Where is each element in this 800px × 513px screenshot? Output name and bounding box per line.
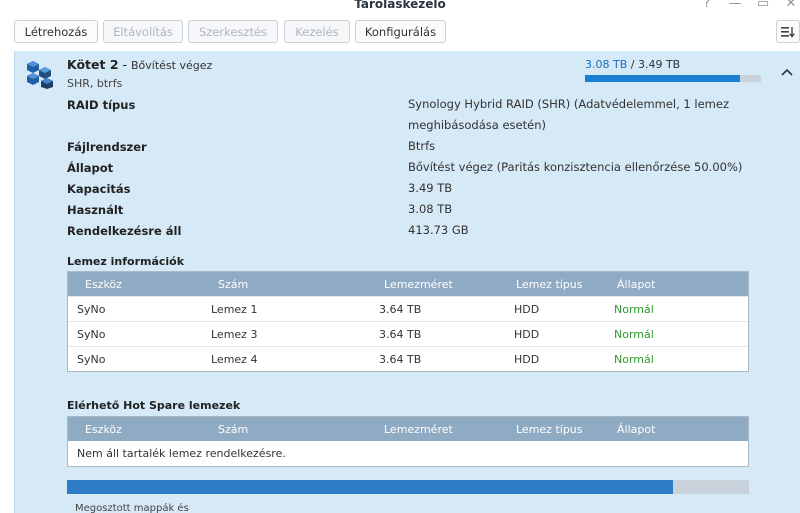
property-value: 3.08 TB [408, 202, 453, 216]
property-value: Synology Hybrid RAID (SHR) (Adatvédelemm… [408, 97, 729, 132]
empty-message: Nem áll tartalék lemez rendelkezésre. [77, 447, 286, 460]
property-row: Kapacitás 3.49 TB [67, 179, 787, 200]
cell-device: SyNo [77, 353, 106, 366]
cell-device: SyNo [77, 303, 106, 316]
cell-type: HDD [514, 303, 540, 316]
volume-properties: RAID típus Synology Hybrid RAID (SHR) (A… [67, 95, 787, 242]
disk-info-heading: Lemez információk [67, 255, 185, 268]
edit-button[interactable]: Szerkesztés [188, 20, 278, 43]
property-row: Állapot Bővítést végez (Paritás konziszt… [67, 158, 787, 179]
hot-spare-table: Eszköz Szám Lemezméret Lemez típus Állap… [67, 416, 749, 467]
property-row: Fájlrendszer Btrfs [67, 137, 787, 158]
table-header: Eszköz Szám Lemezméret Lemez típus Állap… [68, 272, 748, 296]
property-label: Kapacitás [67, 182, 131, 196]
property-label: Rendelkezésre áll [67, 224, 182, 238]
column-header[interactable]: Állapot [617, 423, 655, 436]
property-label: Állapot [67, 161, 114, 175]
stacked-cubes-icon [25, 59, 57, 89]
usage-slash: / [627, 58, 638, 71]
remove-button[interactable]: Eltávolítás [103, 20, 183, 43]
column-header[interactable]: Lemezméret [384, 423, 453, 436]
property-value: Btrfs [408, 139, 436, 153]
property-row: Rendelkezésre áll 413.73 GB [67, 221, 787, 242]
cell-type: HDD [514, 353, 540, 366]
chevron-up-icon[interactable] [779, 65, 795, 79]
configure-button[interactable]: Konfigurálás [355, 20, 446, 43]
usage-total: 3.49 TB [637, 58, 681, 71]
property-row: Használt 3.08 TB [67, 200, 787, 221]
cell-status: Normál [614, 303, 654, 316]
table-header: Eszköz Szám Lemezméret Lemez típus Állap… [68, 417, 748, 441]
volume-detail-panel: Kötet 2 - Bővítést végez SHR, btrfs 3.08… [14, 51, 800, 513]
table-row[interactable]: SyNo Lemez 4 3.64 TB HDD Normál [68, 346, 748, 371]
shared-folders-label: Megosztott mappák és [75, 503, 189, 513]
toolbar: Létrehozás Eltávolítás Szerkesztés Kezel… [0, 15, 800, 51]
column-header[interactable]: Szám [218, 278, 248, 291]
cell-type: HDD [514, 328, 540, 341]
close-icon[interactable]: ✕ [783, 0, 799, 11]
property-row: RAID típus Synology Hybrid RAID (SHR) (A… [67, 95, 787, 137]
property-label: Használt [67, 203, 124, 217]
table-row[interactable]: SyNo Lemez 1 3.64 TB HDD Normál [68, 296, 748, 321]
property-label: RAID típus [67, 98, 136, 112]
column-header[interactable]: Lemezméret [384, 278, 453, 291]
sort-list-icon[interactable] [776, 20, 800, 43]
cell-number: Lemez 1 [211, 303, 258, 316]
usage-used: 3.08 TB [585, 58, 628, 71]
window-title: Tároláskezelő [354, 0, 446, 11]
property-value: 3.49 TB [408, 181, 453, 195]
column-header[interactable]: Állapot [617, 278, 655, 291]
cell-number: Lemez 4 [211, 353, 258, 366]
volume-title: Kötet 2 - Bővítést végez [67, 57, 212, 72]
property-value: 413.73 GB [408, 223, 469, 237]
column-header[interactable]: Szám [218, 423, 248, 436]
column-header[interactable]: Eszköz [85, 278, 122, 291]
usage-bar-fill [585, 75, 741, 82]
cell-size: 3.64 TB [379, 353, 422, 366]
create-button[interactable]: Létrehozás [14, 20, 98, 43]
manage-button[interactable]: Kezelés [284, 20, 350, 43]
column-header[interactable]: Lemez típus [516, 278, 583, 291]
disk-info-table: Eszköz Szám Lemezméret Lemez típus Állap… [67, 271, 749, 372]
cell-status: Normál [614, 353, 654, 366]
volume-status: Bővítést végez [131, 59, 213, 72]
progress-bar-fill [67, 480, 673, 494]
property-value: Bővítést végez (Paritás konzisztencia el… [408, 160, 743, 174]
column-header[interactable]: Eszköz [85, 423, 122, 436]
property-label: Fájlrendszer [67, 140, 147, 154]
column-header[interactable]: Lemez típus [516, 423, 583, 436]
volume-subtitle: SHR, btrfs [67, 77, 123, 90]
progress-bar [67, 480, 749, 494]
cell-device: SyNo [77, 328, 106, 341]
help-icon[interactable]: ? [699, 0, 715, 11]
empty-row: Nem áll tartalék lemez rendelkezésre. [68, 441, 748, 466]
cell-status: Normál [614, 328, 654, 341]
volume-title-separator: - [118, 57, 132, 72]
hot-spare-heading: Elérhető Hot Spare lemezek [67, 399, 241, 412]
cell-size: 3.64 TB [379, 303, 422, 316]
usage-bar [585, 75, 761, 82]
cell-number: Lemez 3 [211, 328, 258, 341]
cell-size: 3.64 TB [379, 328, 422, 341]
table-row[interactable]: SyNo Lemez 3 3.64 TB HDD Normál [68, 321, 748, 346]
usage-text: 3.08 TB / 3.49 TB [585, 58, 680, 71]
maximize-icon[interactable]: ▭ [755, 0, 771, 11]
minimize-icon[interactable]: — [727, 0, 743, 11]
volume-name: Kötet 2 [67, 57, 119, 72]
title-bar: Tároláskezelő ? — ▭ ✕ [0, 0, 800, 14]
